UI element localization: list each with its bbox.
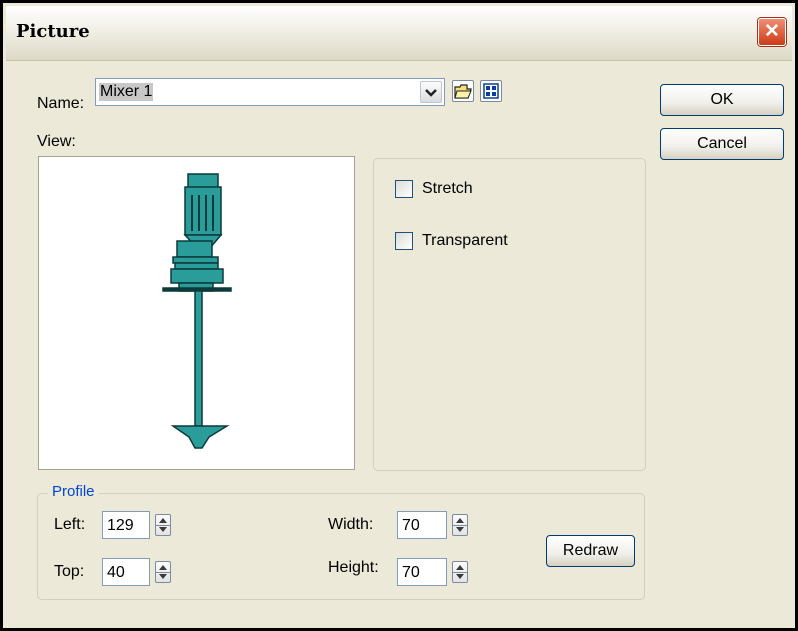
transparent-label: Transparent — [422, 232, 508, 249]
top-spinner[interactable] — [155, 561, 171, 583]
stretch-checkbox[interactable] — [395, 180, 413, 198]
height-label: Height: — [328, 559, 379, 576]
grid-view-button[interactable] — [480, 80, 502, 102]
top-label: Top: — [54, 563, 85, 580]
transparent-checkbox[interactable] — [395, 232, 413, 250]
open-folder-button[interactable] — [452, 80, 474, 102]
redraw-button[interactable]: Redraw — [546, 535, 635, 567]
name-combobox[interactable]: Mixer 1 — [95, 78, 445, 106]
close-icon: ✕ — [764, 21, 780, 42]
mixer-image — [162, 173, 232, 449]
open-folder-icon — [454, 84, 472, 99]
close-button[interactable]: ✕ — [758, 18, 786, 46]
width-spinner[interactable] — [452, 514, 468, 536]
stretch-label: Stretch — [422, 180, 473, 197]
width-input[interactable]: 70 — [397, 511, 447, 539]
left-spinner[interactable] — [155, 514, 171, 536]
profile-legend: Profile — [48, 483, 99, 500]
top-input[interactable]: 40 — [102, 558, 150, 586]
name-label: Name: — [37, 95, 85, 112]
name-input[interactable]: Mixer 1 — [99, 83, 154, 101]
dropdown-button[interactable] — [420, 81, 442, 103]
height-spinner[interactable] — [452, 561, 468, 583]
picture-preview — [38, 156, 355, 470]
chevron-down-icon — [425, 89, 437, 97]
view-label: View: — [37, 133, 76, 150]
options-group — [373, 158, 646, 471]
title-bar: Picture ✕ — [6, 6, 792, 61]
picture-dialog: Picture ✕ Name: Mixer 1 OK Cancel View: — [0, 0, 798, 631]
width-label: Width: — [328, 516, 374, 533]
cancel-button[interactable]: Cancel — [660, 128, 784, 160]
height-input[interactable]: 70 — [397, 558, 447, 586]
dialog-title: Picture — [16, 21, 90, 42]
grid-icon — [483, 83, 499, 99]
left-input[interactable]: 129 — [102, 511, 150, 539]
ok-button[interactable]: OK — [660, 84, 784, 116]
left-label: Left: — [54, 516, 86, 533]
